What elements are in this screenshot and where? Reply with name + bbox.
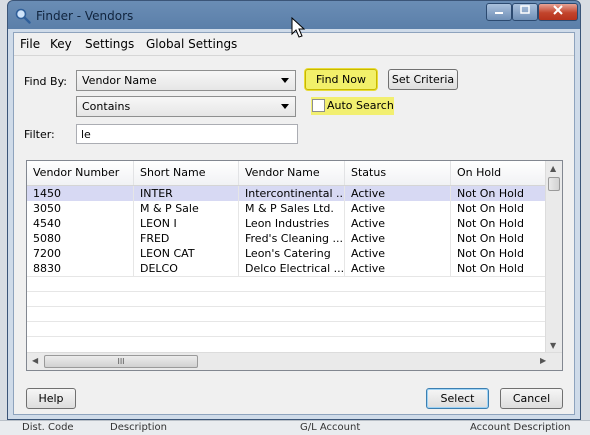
table-cell: Active bbox=[345, 186, 451, 201]
table-row[interactable]: 8830 DELCO Delco Electrical ... Active Not O… bbox=[27, 261, 547, 276]
minimize-button[interactable] bbox=[486, 3, 512, 21]
finder-window: Finder - Vendors File Key Settings Globa… bbox=[7, 0, 581, 420]
close-button[interactable] bbox=[538, 3, 578, 21]
maximize-icon bbox=[520, 5, 530, 14]
auto-search-label[interactable]: Auto Search bbox=[327, 99, 394, 112]
table-cell: DELCO bbox=[134, 261, 239, 276]
table-row[interactable]: 3050 M & P Sale M & P Sales Ltd. Active Not … bbox=[27, 201, 547, 216]
magnifier-icon bbox=[15, 8, 31, 24]
grid-header: Vendor Number Short Name Vendor Name Sta… bbox=[27, 161, 547, 186]
table-cell: M & P Sale bbox=[134, 201, 239, 216]
table-cell: Active bbox=[345, 231, 451, 246]
select-button[interactable]: Select bbox=[426, 388, 489, 409]
mouse-cursor-icon bbox=[291, 17, 306, 38]
chevron-down-icon bbox=[281, 104, 289, 109]
empty-row-line bbox=[27, 291, 547, 292]
menu-global-settings[interactable]: Global Settings bbox=[146, 37, 237, 51]
table-row[interactable]: 7200 LEON CAT Leon's Catering Active Not On … bbox=[27, 246, 547, 261]
background-col-dist-code: Dist. Code bbox=[22, 422, 74, 433]
filter-input[interactable]: le bbox=[76, 124, 298, 144]
filter-input-value: le bbox=[81, 128, 91, 141]
scroll-down-icon[interactable]: ▼ bbox=[550, 341, 556, 350]
find-now-button[interactable]: Find Now bbox=[305, 69, 377, 90]
background-col-gl-account: G/L Account bbox=[300, 422, 361, 433]
table-cell: Not On Hold bbox=[451, 201, 547, 216]
table-cell: 7200 bbox=[27, 246, 134, 261]
vertical-scrollbar[interactable]: ▲ ▼ bbox=[545, 161, 562, 354]
table-cell: LEON CAT bbox=[134, 246, 239, 261]
chevron-down-icon bbox=[281, 78, 289, 83]
table-row[interactable]: 1450 INTER Intercontinental ... Active Not O… bbox=[27, 186, 547, 201]
filter-label: Filter: bbox=[24, 128, 55, 141]
table-cell: 8830 bbox=[27, 261, 134, 276]
empty-row-line bbox=[27, 306, 547, 307]
table-cell: Active bbox=[345, 261, 451, 276]
scroll-up-icon[interactable]: ▲ bbox=[550, 164, 556, 173]
maximize-button[interactable] bbox=[512, 3, 538, 21]
table-cell: 3050 bbox=[27, 201, 134, 216]
minimize-icon bbox=[495, 12, 503, 14]
auto-search-checkbox[interactable] bbox=[312, 99, 325, 112]
operator-value: Contains bbox=[82, 100, 131, 113]
scroll-right-icon[interactable]: ▶ bbox=[540, 356, 546, 365]
table-cell: Not On Hold bbox=[451, 261, 547, 276]
table-cell: Active bbox=[345, 246, 451, 261]
col-vendor-number[interactable]: Vendor Number bbox=[27, 161, 134, 185]
empty-row-line bbox=[27, 336, 547, 337]
col-status[interactable]: Status bbox=[345, 161, 451, 185]
table-cell: Leon's Catering bbox=[239, 246, 345, 261]
empty-row-line bbox=[27, 276, 547, 277]
menu-key[interactable]: Key bbox=[50, 37, 72, 51]
col-vendor-name[interactable]: Vendor Name bbox=[239, 161, 345, 185]
table-cell: 5080 bbox=[27, 231, 134, 246]
empty-row-line bbox=[27, 321, 547, 322]
table-cell: Leon Industries bbox=[239, 216, 345, 231]
close-icon bbox=[553, 5, 563, 15]
find-by-field-value: Vendor Name bbox=[82, 74, 157, 87]
help-button[interactable]: Help bbox=[26, 388, 76, 409]
table-cell: Not On Hold bbox=[451, 216, 547, 231]
table-cell: Intercontinental ... bbox=[239, 186, 345, 201]
col-short-name[interactable]: Short Name bbox=[134, 161, 239, 185]
horizontal-scrollbar[interactable]: ◀ III ▶ bbox=[27, 352, 562, 370]
table-cell: Not On Hold bbox=[451, 186, 547, 201]
background-col-account-description: Account Description bbox=[470, 422, 571, 433]
table-cell: LEON I bbox=[134, 216, 239, 231]
window-client-area: File Key Settings Global Settings Find B… bbox=[13, 32, 575, 415]
vertical-scroll-thumb[interactable] bbox=[548, 177, 560, 191]
operator-select[interactable]: Contains bbox=[76, 96, 296, 117]
table-cell: Active bbox=[345, 201, 451, 216]
set-criteria-button[interactable]: Set Criteria bbox=[388, 69, 458, 90]
window-title: Finder - Vendors bbox=[36, 9, 134, 23]
table-cell: Delco Electrical ... bbox=[239, 261, 345, 276]
menu-file[interactable]: File bbox=[20, 37, 40, 51]
col-on-hold[interactable]: On Hold bbox=[451, 161, 547, 185]
table-row[interactable]: 5080 FRED Fred's Cleaning ... Active Not On … bbox=[27, 231, 547, 246]
find-by-label: Find By: bbox=[24, 75, 67, 88]
table-row[interactable]: 4540 LEON I Leon Industries Active Not On Ho… bbox=[27, 216, 547, 231]
table-cell: INTER bbox=[134, 186, 239, 201]
table-cell: Fred's Cleaning ... bbox=[239, 231, 345, 246]
background-col-description: Description bbox=[110, 422, 167, 433]
table-cell: Not On Hold bbox=[451, 231, 547, 246]
table-cell: Active bbox=[345, 216, 451, 231]
table-cell: M & P Sales Ltd. bbox=[239, 201, 345, 216]
horizontal-scroll-thumb[interactable]: III bbox=[44, 355, 198, 368]
vendor-grid: Vendor Number Short Name Vendor Name Sta… bbox=[26, 160, 563, 371]
scroll-left-icon[interactable]: ◀ bbox=[32, 356, 38, 365]
cancel-button[interactable]: Cancel bbox=[500, 388, 563, 409]
menu-settings[interactable]: Settings bbox=[85, 37, 134, 51]
table-cell: Not On Hold bbox=[451, 246, 547, 261]
table-cell: 4540 bbox=[27, 216, 134, 231]
table-cell: FRED bbox=[134, 231, 239, 246]
find-by-field-select[interactable]: Vendor Name bbox=[76, 70, 296, 91]
table-cell: 1450 bbox=[27, 186, 134, 201]
